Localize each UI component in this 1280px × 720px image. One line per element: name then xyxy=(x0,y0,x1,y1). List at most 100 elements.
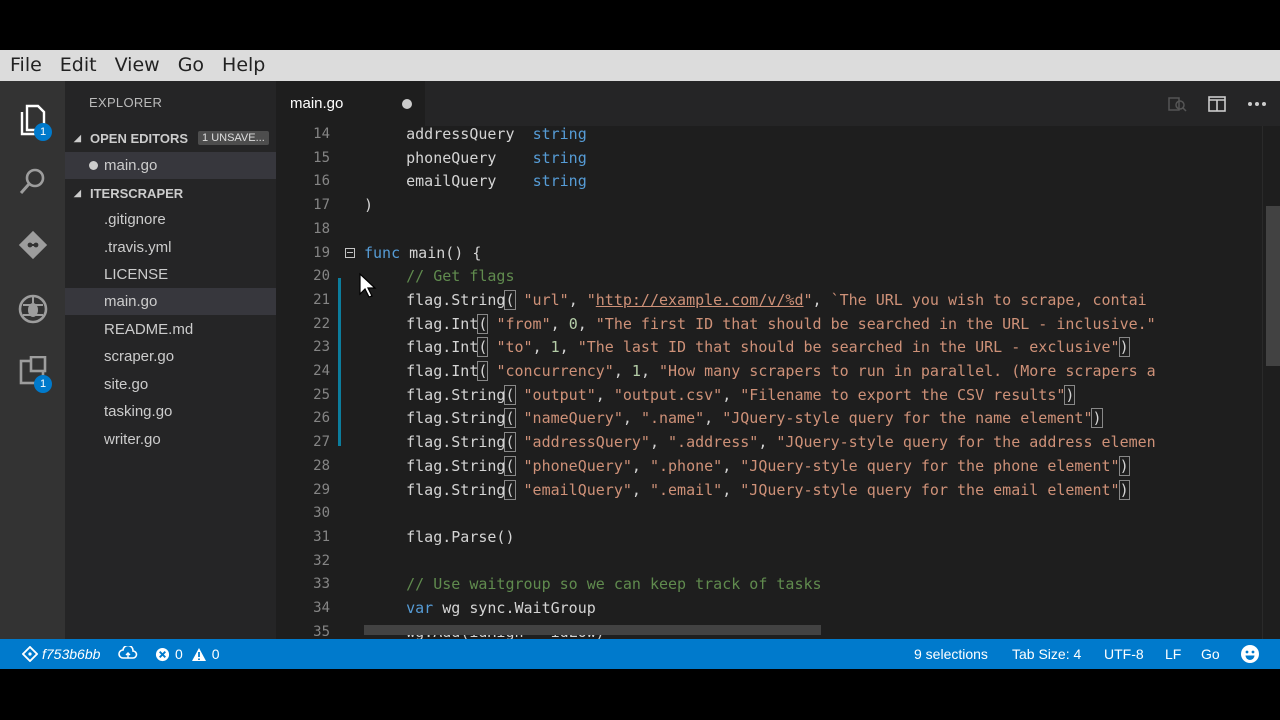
line-number: 30 xyxy=(313,505,330,522)
line-number: 33 xyxy=(313,576,330,593)
file-item[interactable]: .gitignore xyxy=(65,206,276,233)
open-changes-icon[interactable] xyxy=(1164,91,1190,117)
line-number: 29 xyxy=(313,481,330,498)
file-item[interactable]: site.go xyxy=(65,371,276,398)
source-control-icon[interactable] xyxy=(0,217,65,273)
extensions-badge: 1 xyxy=(34,375,52,393)
menu-go[interactable]: Go xyxy=(169,50,213,81)
code-line[interactable]: 15 phoneQuery string xyxy=(276,147,1280,171)
open-editors-header[interactable]: ◢ OPEN EDITORS 1 UNSAVE... xyxy=(65,125,276,151)
code-line[interactable]: 18 xyxy=(276,218,1280,242)
line-number: 35 xyxy=(313,623,330,639)
vertical-scrollbar-thumb[interactable] xyxy=(1266,206,1280,366)
warning-count: 0 xyxy=(211,646,220,662)
selections-indicator[interactable]: 9 selections xyxy=(914,639,988,669)
code-text: flag.String( "phoneQuery", ".phone", "JQ… xyxy=(370,455,1130,476)
search-icon[interactable] xyxy=(0,153,65,209)
warning-icon xyxy=(191,647,206,661)
line-number: 25 xyxy=(313,386,330,403)
code-line[interactable]: 21 flag.String( "url", "http://example.c… xyxy=(276,289,1280,313)
project-label: ITERSCRAPER xyxy=(90,185,184,201)
explorer-sidebar: EXPLORER ◢ OPEN EDITORS 1 UNSAVE... main… xyxy=(65,81,276,639)
code-line[interactable]: 26 flag.String( "nameQuery", ".name", "J… xyxy=(276,407,1280,431)
debug-icon[interactable] xyxy=(0,281,65,337)
line-number: 15 xyxy=(313,149,330,166)
unsaved-dot-icon xyxy=(89,161,98,170)
feedback-smiley-icon[interactable] xyxy=(1240,639,1260,669)
file-item[interactable]: tasking.go xyxy=(65,398,276,425)
tab-main-go[interactable]: main.go xyxy=(276,81,425,126)
line-number: 31 xyxy=(313,528,330,545)
code-text: flag.String( "emailQuery", ".email", "JQ… xyxy=(370,479,1130,500)
modified-lines-gutter xyxy=(338,278,341,446)
open-editor-item[interactable]: main.go xyxy=(65,152,276,179)
problems-indicator[interactable]: 0 0 xyxy=(155,639,220,669)
menu-file[interactable]: File xyxy=(0,50,51,81)
line-number: 28 xyxy=(313,457,330,474)
mouse-cursor-icon xyxy=(359,272,377,298)
menu-view[interactable]: View xyxy=(106,50,169,81)
line-number: 14 xyxy=(313,126,330,142)
fold-icon[interactable] xyxy=(345,247,355,258)
sync-icon[interactable] xyxy=(118,639,138,669)
collapse-triangle-icon: ◢ xyxy=(74,187,81,198)
code-line[interactable]: 31 flag.Parse() xyxy=(276,526,1280,550)
file-item[interactable]: .travis.yml xyxy=(65,234,276,261)
file-item[interactable]: README.md xyxy=(65,316,276,343)
code-line[interactable]: 23 flag.Int( "to", 1, "The last ID that … xyxy=(276,336,1280,360)
horizontal-scrollbar-thumb[interactable] xyxy=(364,625,821,635)
encoding-indicator[interactable]: UTF-8 xyxy=(1104,639,1144,669)
code-line[interactable]: 30 xyxy=(276,502,1280,526)
open-editor-label: main.go xyxy=(104,157,158,174)
status-bar: f753b6bb 0 0 9 selections Tab Size: 4 UT… xyxy=(0,639,1280,669)
file-label: main.go xyxy=(104,293,158,310)
menu-edit[interactable]: Edit xyxy=(51,50,106,81)
file-item[interactable]: main.go xyxy=(65,288,276,315)
code-line[interactable]: 34 var wg sync.WaitGroup xyxy=(276,597,1280,621)
file-item[interactable]: writer.go xyxy=(65,426,276,453)
line-number: 32 xyxy=(313,552,330,569)
code-line[interactable]: 32 xyxy=(276,550,1280,574)
unsaved-dot-icon[interactable] xyxy=(402,99,412,109)
split-editor-icon[interactable] xyxy=(1204,91,1230,117)
code-text: flag.Parse() xyxy=(370,527,515,546)
code-line[interactable]: 17) xyxy=(276,194,1280,218)
code-editor[interactable]: 14 addressQuery string 15 phoneQuery stri… xyxy=(276,126,1280,639)
branch-name: f753b6bb xyxy=(42,646,101,662)
file-item[interactable]: LICENSE xyxy=(65,261,276,288)
extensions-icon[interactable]: 1 xyxy=(0,343,65,399)
code-line[interactable]: 22 flag.Int( "from", 0, "The first ID th… xyxy=(276,313,1280,337)
project-header[interactable]: ◢ ITERSCRAPER xyxy=(65,180,276,206)
code-line[interactable]: 25 flag.String( "output", "output.csv", … xyxy=(276,384,1280,408)
menu-help[interactable]: Help xyxy=(213,50,274,81)
git-branch[interactable]: f753b6bb xyxy=(22,639,100,669)
line-number: 22 xyxy=(313,315,330,332)
code-line[interactable]: 33 // Use waitgroup so we can keep track… xyxy=(276,573,1280,597)
line-number: 16 xyxy=(313,173,330,190)
editor-tab-bar: main.go xyxy=(276,81,1280,126)
git-branch-icon xyxy=(22,646,38,662)
line-number: 24 xyxy=(313,363,330,379)
line-number: 26 xyxy=(313,410,330,427)
language-indicator[interactable]: Go xyxy=(1201,639,1220,669)
code-line[interactable]: 20 // Get flags xyxy=(276,265,1280,289)
more-actions-icon[interactable] xyxy=(1244,91,1270,117)
code-text: flag.String( "output", "output.csv", "Fi… xyxy=(370,384,1076,405)
line-number: 34 xyxy=(313,600,330,616)
eol-indicator[interactable]: LF xyxy=(1165,639,1181,669)
code-line[interactable]: 29 flag.String( "emailQuery", ".email", … xyxy=(276,479,1280,503)
code-line[interactable]: 19 func main() { xyxy=(276,242,1280,266)
tab-size-indicator[interactable]: Tab Size: 4 xyxy=(1012,639,1081,669)
code-text: flag.Int( "from", 0, "The first ID that … xyxy=(370,313,1156,334)
code-line[interactable]: 14 addressQuery string xyxy=(276,126,1280,147)
code-line[interactable]: 27 flag.String( "addressQuery", ".addres… xyxy=(276,431,1280,455)
code-line[interactable]: 16 emailQuery string xyxy=(276,170,1280,194)
explorer-icon[interactable]: 1 xyxy=(0,93,65,149)
file-item[interactable]: scraper.go xyxy=(65,343,276,370)
code-line[interactable]: 28 flag.String( "phoneQuery", ".phone", … xyxy=(276,455,1280,479)
line-number: 19 xyxy=(313,244,330,261)
file-label: scraper.go xyxy=(104,348,175,365)
vertical-scrollbar[interactable] xyxy=(1262,126,1280,639)
code-line[interactable]: 24 flag.Int( "concurrency", 1, "How many… xyxy=(276,360,1280,384)
explorer-badge: 1 xyxy=(34,123,52,141)
